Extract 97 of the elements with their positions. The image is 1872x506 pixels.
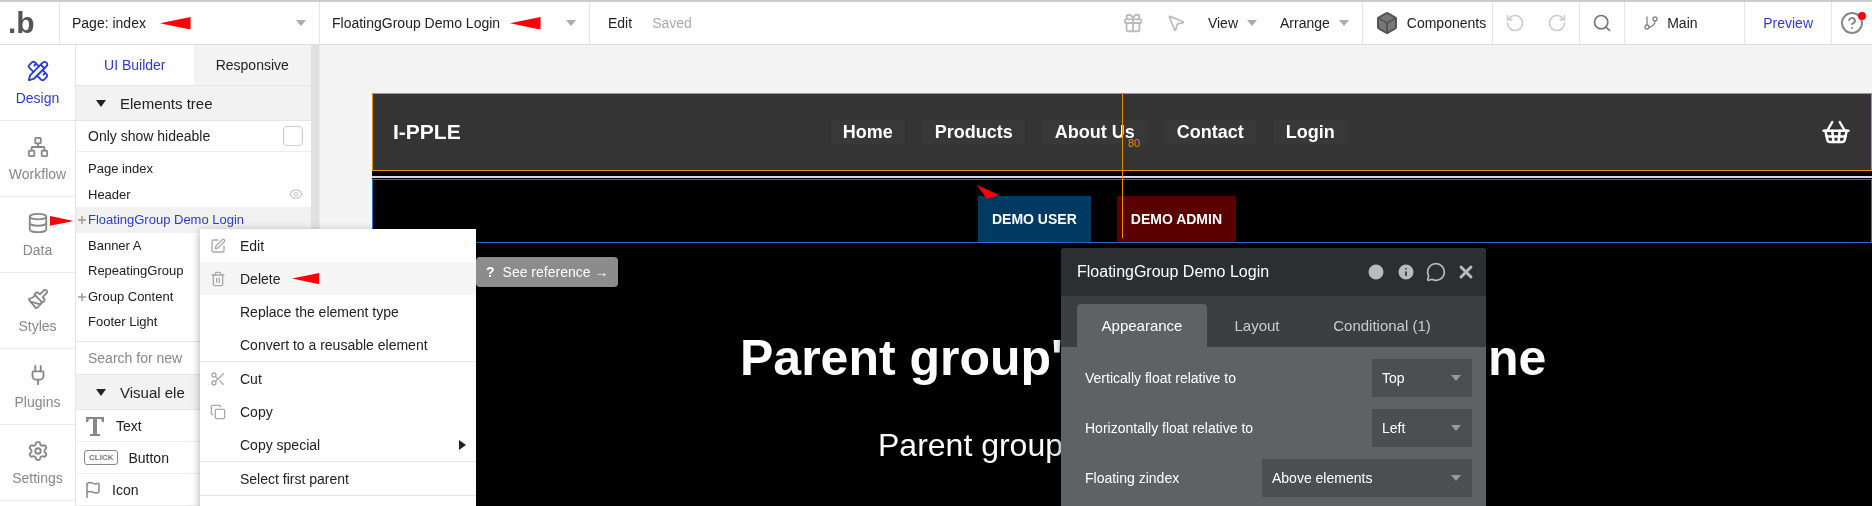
demo-button[interactable]: DEMO ADMIN xyxy=(1116,196,1237,242)
annotation-arrow-icon xyxy=(510,16,541,30)
collapse-triangle-icon xyxy=(96,99,106,107)
section-title: Elements tree xyxy=(120,94,213,112)
page-dropdown[interactable]: Page: index xyxy=(72,2,307,44)
subheading-text: Parent group xyxy=(878,427,1063,464)
annotation-arrow-icon xyxy=(292,272,320,285)
branch-icon xyxy=(1643,15,1660,31)
site-logo: I-PPLE xyxy=(393,120,461,144)
element-type-item[interactable]: Button xyxy=(128,449,169,466)
arrange-menu[interactable]: Arrange xyxy=(1280,15,1350,31)
section-title: Visual ele xyxy=(120,383,185,401)
heading-text: Parent group' xyxy=(739,329,1063,387)
collapse-triangle-icon xyxy=(96,388,106,396)
submenu-arrow-icon xyxy=(459,439,466,450)
search-icon[interactable] xyxy=(1592,13,1613,33)
flag-icon xyxy=(84,480,102,499)
checkbox-label: Only show hideable xyxy=(88,128,211,145)
menu-item[interactable]: Copy xyxy=(200,395,476,428)
eye-icon[interactable] xyxy=(289,187,303,202)
field-label: Floating zindex xyxy=(1085,470,1180,486)
nav-link[interactable]: Home xyxy=(830,119,905,145)
database-icon xyxy=(26,211,49,234)
element-dropdown[interactable]: FloatingGroup Demo Login xyxy=(332,2,577,44)
tree-row[interactable]: Header xyxy=(76,181,311,208)
demo-button[interactable]: DEMO USER xyxy=(977,196,1091,242)
panel-tab[interactable]: Responsive xyxy=(193,45,311,87)
caret-icon xyxy=(1450,474,1462,482)
caret-icon xyxy=(1337,19,1350,27)
view-menu[interactable]: View xyxy=(1207,15,1258,31)
components-button[interactable]: Components xyxy=(1374,11,1487,35)
property-tab[interactable]: Conditional (1) xyxy=(1307,304,1457,347)
dropdown[interactable]: Left xyxy=(1372,409,1472,447)
caret-icon xyxy=(295,19,307,27)
help-icon[interactable] xyxy=(1840,11,1864,35)
tree-row[interactable]: FloatingGroup Demo Login xyxy=(76,207,311,233)
menu-item[interactable]: Edit xyxy=(200,229,476,262)
cursor-icon[interactable] xyxy=(1165,13,1186,33)
caret-icon xyxy=(565,19,577,27)
preview-link[interactable]: Preview xyxy=(1763,15,1813,31)
nav-link[interactable]: Login xyxy=(1273,119,1347,145)
comment-icon[interactable] xyxy=(1426,262,1446,282)
info-icon[interactable] xyxy=(1396,262,1416,282)
settings-icon xyxy=(26,439,49,462)
field-label: Vertically float relative to xyxy=(1085,370,1236,386)
tree-row[interactable]: Page index xyxy=(76,156,311,182)
tree-item-label: FloatingGroup Demo Login xyxy=(88,212,245,228)
gift-icon[interactable] xyxy=(1121,12,1144,34)
edit-icon xyxy=(210,237,226,254)
paintbrush-icon xyxy=(26,287,49,310)
copy-icon xyxy=(210,403,226,420)
menu-item[interactable]: Copy special xyxy=(200,428,476,461)
menu-item[interactable]: Convert to a reusable element xyxy=(200,328,476,361)
annotation-arrow-icon xyxy=(50,216,74,226)
element-type-item[interactable]: Icon xyxy=(112,481,139,498)
save-status: Saved xyxy=(652,15,692,31)
dropdown[interactable]: Top xyxy=(1372,359,1472,397)
element-type-item[interactable]: Text xyxy=(116,417,142,434)
tooltip-text: See reference → xyxy=(502,264,609,280)
panel-title: FloatingGroup Demo Login xyxy=(1077,263,1271,281)
bubble-logo: .b xyxy=(8,6,35,40)
heading-text: ne xyxy=(1488,329,1547,387)
undo-icon[interactable] xyxy=(1505,13,1526,33)
nav-link[interactable]: Products xyxy=(922,119,1025,145)
tree-item-label: Page index xyxy=(88,161,154,177)
annotation-arrow-icon xyxy=(159,16,191,30)
letter-t-icon xyxy=(84,414,106,437)
hierarchy-icon xyxy=(26,135,49,158)
scissors-icon xyxy=(210,370,226,387)
section-header[interactable]: Elements tree xyxy=(76,86,311,122)
click-badge: CLICK xyxy=(84,450,119,466)
menu-item[interactable]: Delete xyxy=(200,262,476,295)
edit-menu[interactable]: Edit xyxy=(608,15,633,31)
annotation-arrow-icon xyxy=(977,185,999,199)
tree-item-label: Group Content xyxy=(88,288,174,304)
branch-button[interactable]: Main xyxy=(1643,15,1698,31)
expand-plus-icon[interactable] xyxy=(78,292,86,301)
caret-icon xyxy=(1246,19,1258,27)
trash-icon xyxy=(210,270,226,287)
caret-icon xyxy=(1450,424,1462,432)
menu-item[interactable]: Replace the element type xyxy=(200,295,476,328)
menu-item[interactable]: Cut xyxy=(200,362,476,395)
checkbox[interactable] xyxy=(283,126,303,147)
nav-link[interactable]: Contact xyxy=(1164,119,1256,145)
redo-icon[interactable] xyxy=(1547,13,1568,33)
caret-icon xyxy=(1450,374,1462,382)
menu-item[interactable]: Select first parent xyxy=(200,462,476,495)
expand-plus-icon[interactable] xyxy=(78,216,86,225)
cube-icon xyxy=(1374,11,1399,35)
property-tab[interactable]: Appearance xyxy=(1077,304,1207,347)
tree-item-label: Header xyxy=(88,186,131,202)
pencil-ruler-icon xyxy=(26,59,49,82)
property-tab[interactable]: Layout xyxy=(1207,304,1307,347)
field-label: Horizontally float relative to xyxy=(1085,420,1254,436)
question-mark: ? xyxy=(486,264,495,280)
notification-dot xyxy=(1858,12,1866,20)
dropdown[interactable]: Above elements xyxy=(1262,459,1472,497)
